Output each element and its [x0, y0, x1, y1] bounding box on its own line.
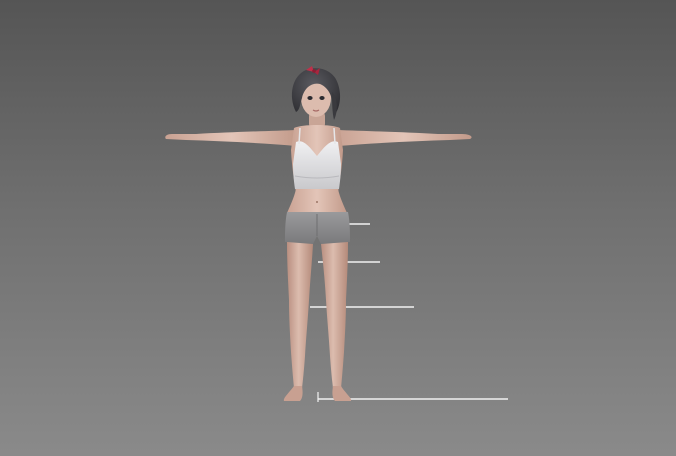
foot-left [283, 386, 303, 401]
arm-right [336, 130, 472, 146]
foot-right [332, 386, 352, 401]
leg-left [287, 242, 313, 388]
character-model[interactable] [165, 66, 472, 401]
leg-right [321, 242, 348, 388]
arm-left [165, 130, 298, 146]
3d-viewport[interactable] [0, 0, 676, 456]
viewport-scene [165, 66, 508, 402]
